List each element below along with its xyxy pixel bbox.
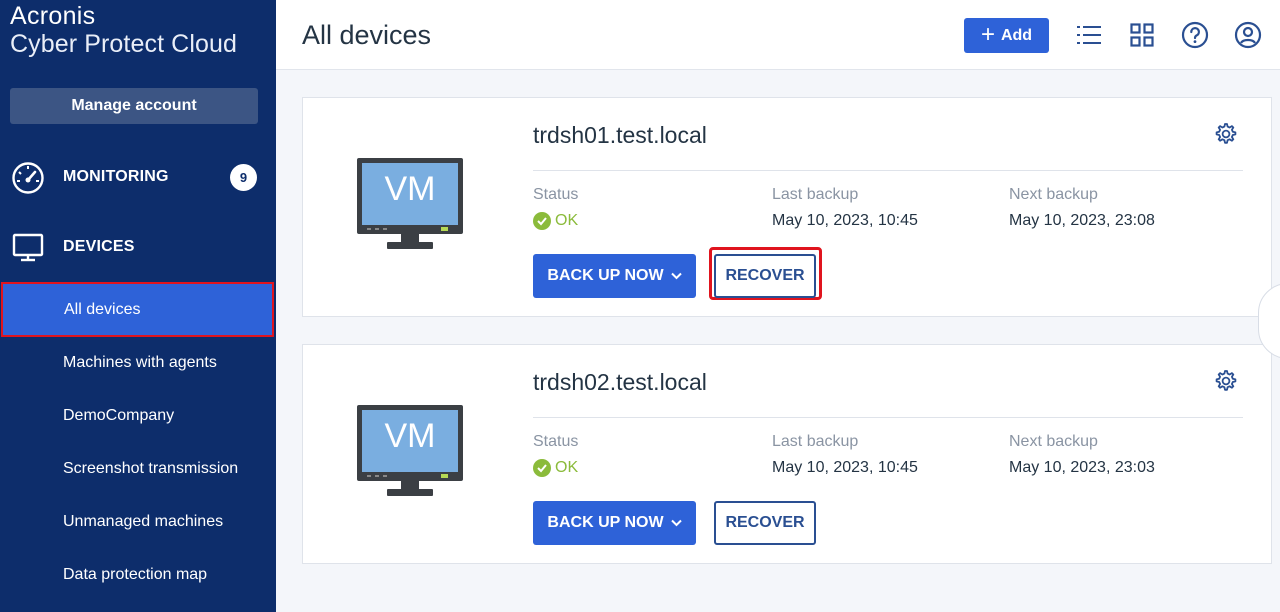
back-up-now-label: BACK UP NOW	[547, 267, 664, 284]
manage-account-button[interactable]: Manage account	[10, 88, 258, 124]
top-header: All devices + Add	[276, 0, 1280, 70]
list-view-icon[interactable]	[1074, 20, 1104, 50]
brand-product: Cyber Protect Cloud	[10, 30, 237, 58]
sidebar-item-democompany[interactable]: DemoCompany	[0, 389, 276, 442]
chevron-down-icon	[670, 267, 682, 285]
last-backup-value: May 10, 2023, 10:45	[772, 459, 918, 476]
speedometer-icon	[10, 159, 46, 195]
back-up-now-button[interactable]: BACK UP NOW	[533, 254, 696, 298]
help-icon[interactable]	[1180, 20, 1210, 50]
nav-monitoring-label: MONITORING	[63, 168, 169, 185]
next-backup-label: Next backup	[1009, 433, 1098, 450]
add-device-button[interactable]: + Add	[964, 18, 1049, 53]
user-account-icon[interactable]	[1233, 20, 1263, 50]
sidebar-item-all-devices[interactable]: All devices	[1, 282, 274, 337]
last-backup-label: Last backup	[772, 186, 859, 203]
plus-icon: +	[980, 20, 995, 48]
sidebar-item-unmanaged-machines[interactable]: Unmanaged machines	[0, 495, 276, 548]
next-backup-label: Next backup	[1009, 186, 1098, 203]
settings-gear-icon[interactable]	[1213, 122, 1237, 146]
device-card: VM trdsh01.test.local Status OK Last bac…	[302, 97, 1272, 317]
next-backup-value: May 10, 2023, 23:03	[1009, 459, 1155, 476]
sidebar-item-data-protection-map[interactable]: Data protection map	[0, 548, 276, 601]
device-card: VM trdsh02.test.local Status OK Last bac…	[302, 344, 1272, 564]
recover-button[interactable]: RECOVER	[714, 501, 816, 545]
card-divider	[533, 170, 1243, 171]
sidebar-item-machines-with-agents[interactable]: Machines with agents	[0, 336, 276, 389]
grid-view-icon[interactable]	[1127, 20, 1157, 50]
chevron-down-icon	[670, 514, 682, 532]
device-name[interactable]: trdsh01.test.local	[533, 122, 707, 149]
card-divider	[533, 417, 1243, 418]
status-value: OK	[533, 212, 578, 230]
status-value: OK	[533, 459, 578, 477]
last-backup-value: May 10, 2023, 10:45	[772, 212, 918, 229]
monitor-icon	[10, 229, 46, 265]
last-backup-label: Last backup	[772, 433, 859, 450]
monitoring-alert-badge: 9	[230, 163, 257, 191]
settings-gear-icon[interactable]	[1213, 369, 1237, 393]
device-name[interactable]: trdsh02.test.local	[533, 369, 707, 396]
status-ok-text: OK	[555, 212, 579, 229]
back-up-now-label: BACK UP NOW	[547, 514, 664, 531]
status-label: Status	[533, 186, 579, 203]
recover-button[interactable]: RECOVER	[714, 254, 816, 298]
vm-label: VM	[384, 170, 436, 208]
next-backup-value: May 10, 2023, 23:08	[1009, 212, 1155, 229]
back-up-now-button[interactable]: BACK UP NOW	[533, 501, 696, 545]
sidebar-item-screenshot-transmission[interactable]: Screenshot transmission	[0, 442, 276, 495]
brand-name: Acronis	[10, 2, 96, 30]
check-circle-icon	[533, 212, 551, 230]
add-label: Add	[1000, 26, 1033, 44]
nav-devices-label: DEVICES	[63, 238, 135, 255]
check-circle-icon	[533, 459, 551, 477]
status-ok-text: OK	[555, 459, 579, 476]
page-title: All devices	[302, 20, 432, 50]
status-label: Status	[533, 433, 579, 450]
vm-label: VM	[384, 417, 436, 455]
brand-logo: Acronis Cyber Protect Cloud	[10, 4, 237, 57]
nav-devices[interactable]: DEVICES	[0, 222, 276, 272]
nav-monitoring[interactable]: MONITORING 9	[0, 152, 276, 202]
sidebar: Acronis Cyber Protect Cloud Manage accou…	[0, 0, 276, 612]
